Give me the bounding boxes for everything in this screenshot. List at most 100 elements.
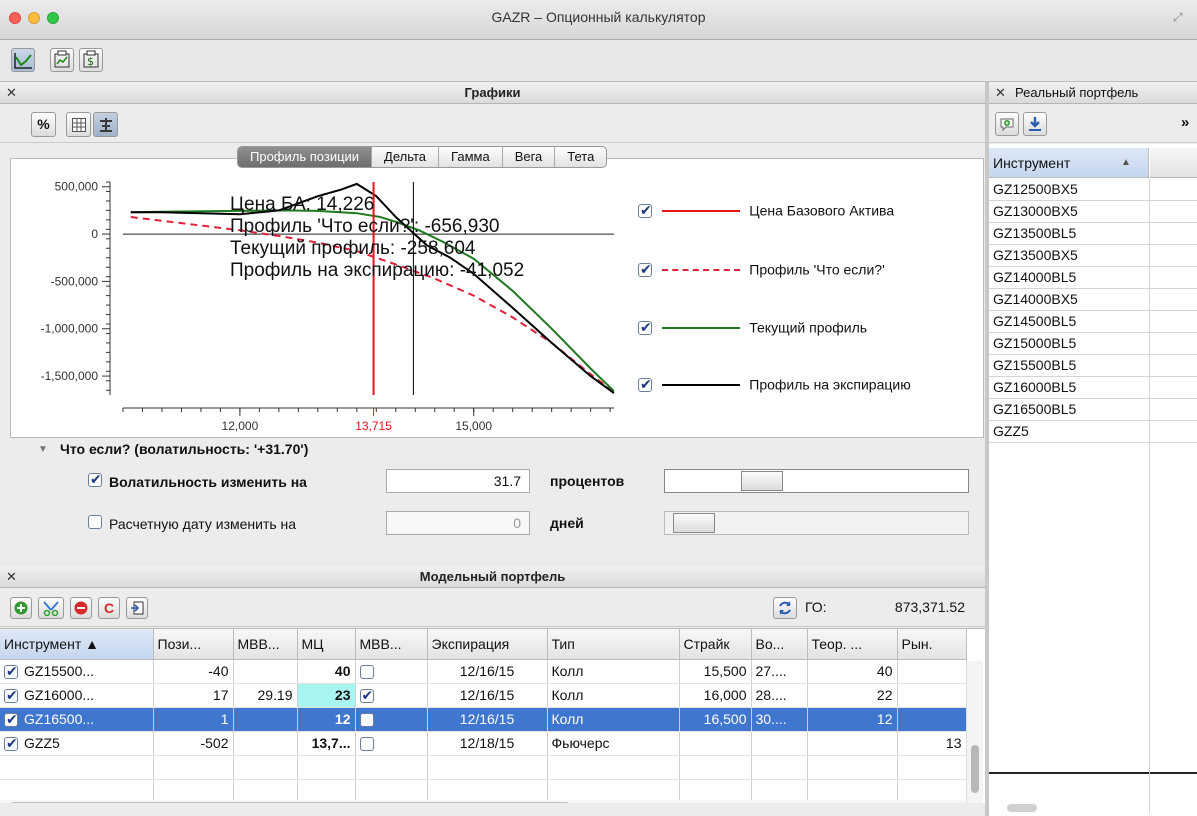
cell-strike[interactable]: 16,500 (679, 707, 752, 732)
table-view-button[interactable] (66, 112, 91, 137)
legend-checkbox-expiration-profile[interactable] (638, 376, 652, 393)
cell-instrument[interactable]: GZ16000... (0, 683, 154, 708)
cell-mvv-check[interactable] (355, 707, 428, 732)
cell-mvv-check[interactable] (355, 683, 428, 708)
table-row[interactable]: GZ16500...11212/16/15Колл16,50030....12 (0, 707, 967, 732)
row-include-checkbox[interactable] (4, 735, 18, 752)
add-instrument-button[interactable] (10, 597, 32, 619)
close-real-portfolio-icon[interactable]: ✕ (995, 85, 1006, 101)
list-item[interactable]: GZ16500BL5 (989, 399, 1197, 421)
cell-strike[interactable]: 15,500 (679, 659, 752, 684)
col-type[interactable]: Тип (547, 629, 680, 660)
col-strike[interactable]: Страйк (679, 629, 752, 660)
col-theoretical[interactable]: Теор. ... (807, 629, 898, 660)
cell-mvv-check[interactable] (355, 659, 428, 684)
legend-checkbox-underlying-price[interactable] (638, 202, 652, 219)
mvv-checkbox[interactable] (359, 665, 374, 680)
table-horizontal-scrollbar[interactable] (0, 800, 966, 803)
row-include-checkbox[interactable] (4, 663, 18, 680)
list-item[interactable]: GZ14500BL5 (989, 311, 1197, 333)
cell-theoretical[interactable]: 12 (807, 707, 898, 732)
mvv-checkbox[interactable] (359, 737, 374, 752)
cell-theoretical[interactable]: 22 (807, 683, 898, 708)
cell-expiration[interactable]: 12/16/15 (427, 659, 548, 684)
col-mc[interactable]: МЦ (297, 629, 356, 660)
tab-position-profile[interactable]: Профиль позиции (238, 147, 373, 167)
cell-mvv[interactable] (233, 659, 298, 684)
cell-market[interactable] (897, 707, 967, 732)
whatif-section-title[interactable]: Что если? (волатильность: '+31.70') (60, 441, 308, 457)
cell-mc[interactable]: 40 (297, 659, 356, 684)
date-slider-thumb[interactable] (673, 513, 715, 533)
date-checkbox[interactable] (88, 515, 102, 529)
legend-current-profile[interactable]: Текущий профиль (638, 319, 867, 339)
cell-mc[interactable]: 23 (297, 683, 356, 708)
list-item[interactable]: GZ15000BL5 (989, 333, 1197, 355)
list-item[interactable]: GZ14000BX5 (989, 289, 1197, 311)
tab-theta[interactable]: Тета (555, 147, 606, 167)
list-item[interactable]: GZZ5 (989, 421, 1197, 443)
col-position[interactable]: Пози... (153, 629, 234, 660)
fullscreen-icon[interactable]: ⤢ (1173, 10, 1187, 24)
split-instrument-button[interactable] (38, 597, 64, 619)
volatility-checkbox[interactable] (88, 471, 102, 488)
legend-expiration-profile[interactable]: Профиль на экспирацию (638, 376, 911, 396)
real-portfolio-scroll-thumb[interactable] (1007, 804, 1037, 812)
volatility-slider[interactable] (664, 469, 969, 493)
more-chevron-icon[interactable]: » (1181, 114, 1189, 131)
col-mvv-check[interactable]: МВВ... (355, 629, 428, 660)
date-slider[interactable] (664, 511, 969, 535)
table-row[interactable]: GZ15500...-404012/16/15Колл15,50027....4… (0, 659, 967, 684)
list-item[interactable]: GZ14000BL5 (989, 267, 1197, 289)
cell-volatility[interactable]: 27.... (751, 659, 808, 684)
cell-theoretical[interactable] (807, 731, 898, 756)
chart-settings-button[interactable] (93, 112, 118, 137)
legend-checkbox-current-profile[interactable] (638, 319, 652, 336)
cell-market[interactable] (897, 683, 967, 708)
mvv-checkbox[interactable] (359, 687, 374, 704)
profile-chart[interactable]: 500,000 0 -500,000 -1,000,000 -1,500,000 12,0… (0, 170, 630, 440)
cell-mvv-check[interactable] (355, 731, 428, 756)
mvv-checkbox[interactable] (359, 713, 374, 728)
remove-instrument-button[interactable] (70, 597, 92, 619)
cell-type[interactable]: Колл (547, 683, 680, 708)
row-include-checkbox[interactable] (4, 687, 18, 704)
real-portfolio-download-button[interactable] (1023, 112, 1047, 136)
vertical-scroll-thumb[interactable] (971, 745, 979, 793)
cell-strike[interactable]: 16,000 (679, 683, 752, 708)
cell-mc[interactable]: 12 (297, 707, 356, 732)
table-row[interactable]: GZ16000... 1729.1923 12/16/15Колл16,00028.… (0, 683, 967, 708)
row-include-checkbox[interactable] (4, 711, 18, 728)
cell-position[interactable]: -502 (153, 731, 234, 756)
col-expiration[interactable]: Экспирация (427, 629, 548, 660)
cell-mvv[interactable]: 29.19 (233, 683, 298, 708)
cell-instrument[interactable]: GZ15500... (0, 659, 154, 684)
cell-expiration[interactable]: 12/16/15 (427, 707, 548, 732)
legend-checkbox-whatif-profile[interactable] (638, 261, 652, 278)
cell-expiration[interactable]: 12/16/15 (427, 683, 548, 708)
clear-portfolio-button[interactable]: C (98, 597, 120, 619)
col-instrument[interactable]: Инструмент ▲ (0, 629, 154, 660)
collapse-triangle-icon[interactable]: ▼ (38, 444, 48, 455)
model-portfolio-view-button[interactable] (50, 48, 74, 72)
col-mvv[interactable]: МВВ... (233, 629, 298, 660)
list-item[interactable]: GZ13000BX5 (989, 201, 1197, 223)
cell-instrument[interactable]: GZZ5 (0, 731, 154, 756)
cell-mvv[interactable] (233, 731, 298, 756)
col-market[interactable]: Рын. (897, 629, 967, 660)
cell-volatility[interactable]: 28.... (751, 683, 808, 708)
cell-volatility[interactable] (751, 731, 808, 756)
cell-expiration[interactable]: 12/18/15 (427, 731, 548, 756)
cell-strike[interactable] (679, 731, 752, 756)
cell-position[interactable]: 1 (153, 707, 234, 732)
refresh-button[interactable] (773, 597, 797, 619)
real-portfolio-view-button[interactable]: $ (79, 48, 103, 72)
legend-underlying-price[interactable]: Цена Базового Актива (638, 202, 894, 222)
table-row[interactable]: GZZ5 -502 13,7... 12/18/15Фьючерс 13 (0, 731, 967, 756)
list-item[interactable]: GZ13500BL5 (989, 223, 1197, 245)
cell-position[interactable]: -40 (153, 659, 234, 684)
tab-delta[interactable]: Дельта (372, 147, 440, 167)
graphs-view-button[interactable] (11, 48, 35, 72)
tab-vega[interactable]: Вега (503, 147, 556, 167)
cell-mvv[interactable] (233, 707, 298, 732)
